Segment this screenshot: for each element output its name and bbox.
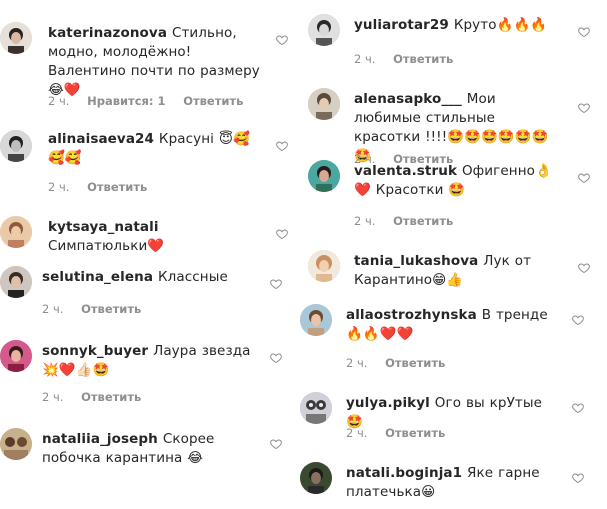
heart-outline-icon[interactable] <box>572 472 584 484</box>
comment-meta: 2 ч. Ответить <box>48 180 161 194</box>
comment-username[interactable]: tania_lukashova <box>354 253 478 269</box>
comment-username[interactable]: nataliia_joseph <box>42 431 158 447</box>
comment-time[interactable]: 2 ч. <box>346 356 367 370</box>
avatar[interactable] <box>300 304 332 336</box>
avatar[interactable] <box>0 266 32 298</box>
avatar[interactable] <box>0 216 32 248</box>
comment-time[interactable]: 2 ч. <box>48 180 69 194</box>
reply-button[interactable]: Ответить <box>393 214 453 228</box>
avatar[interactable] <box>0 130 32 162</box>
heart-outline-icon[interactable] <box>578 102 590 114</box>
reply-button[interactable]: Ответить <box>183 94 243 108</box>
comment-username[interactable]: yuliarotar29 <box>354 17 449 33</box>
comment-time[interactable]: 2 ч. <box>48 94 69 108</box>
comment-likes[interactable]: Нравится: 1 <box>87 94 165 108</box>
comment-text: Классные <box>157 269 228 285</box>
avatar[interactable] <box>308 250 340 282</box>
comment-time[interactable]: 2 ч. <box>42 302 63 316</box>
avatar[interactable] <box>0 340 32 372</box>
heart-outline-icon[interactable] <box>578 26 590 38</box>
heart-outline-icon[interactable] <box>578 172 590 184</box>
reply-button[interactable]: Ответить <box>87 180 147 194</box>
heart-outline-icon[interactable] <box>270 352 282 364</box>
comment-username[interactable]: natali.boginja1 <box>346 465 462 481</box>
comment-time[interactable]: 2 ч. <box>42 390 63 404</box>
comment-meta: 2 ч. Ответить <box>42 390 155 404</box>
comment-body: valenta.struk Офигенно👌❤️ Красотки 🤩 <box>354 162 559 200</box>
avatar[interactable] <box>300 462 332 494</box>
comment-username[interactable]: katerinazonova <box>48 25 167 41</box>
comment-body: nataliia_joseph Скорее побочка карантина… <box>42 430 252 468</box>
comment-username[interactable]: alenasapko___ <box>354 91 462 107</box>
heart-outline-icon[interactable] <box>276 228 288 240</box>
comment-username[interactable]: yulya.pikyl <box>346 395 430 411</box>
comment-meta: 2 ч. Ответить <box>42 302 155 316</box>
reply-button[interactable]: Ответить <box>385 426 445 440</box>
reply-button[interactable]: Ответить <box>393 52 453 66</box>
avatar[interactable] <box>308 88 340 120</box>
comment-username[interactable]: sonnyk_buyer <box>42 343 148 359</box>
comment-body: natali.boginja1 Яке гарне платечька😀 <box>346 464 561 502</box>
reply-button[interactable]: Ответить <box>81 390 141 404</box>
comment-body: yuliarotar29 Круто🔥🔥🔥 <box>354 16 559 35</box>
comment-username[interactable]: kytsaya_natali <box>48 219 159 235</box>
heart-outline-icon[interactable] <box>578 262 590 274</box>
heart-outline-icon[interactable] <box>276 34 288 46</box>
comment-body: katerinazonova Стильно, модно, молодёжно… <box>48 24 260 100</box>
comment-text: Симпатюльки❤️ <box>48 238 165 254</box>
comment-username[interactable]: alinaisaeva24 <box>48 131 154 147</box>
comment-body: sonnyk_buyer Лаура звезда 💥❤️👍🏻🤩 <box>42 342 252 380</box>
comment-meta: 2 ч. Ответить <box>346 356 459 370</box>
avatar[interactable] <box>0 428 32 460</box>
comment-username[interactable]: allaostrozhynska <box>346 307 477 323</box>
comment-time[interactable]: 2 ч. <box>354 214 375 228</box>
comment-body: kytsaya_natali Симпатюльки❤️ <box>48 218 260 256</box>
avatar[interactable] <box>308 14 340 46</box>
comment-meta: 2 ч. Ответить <box>346 426 459 440</box>
reply-button[interactable]: Ответить <box>385 356 445 370</box>
avatar[interactable] <box>308 160 340 192</box>
avatar[interactable] <box>0 22 32 54</box>
comment-body: tania_lukashova Лук от Карантино😁👍 <box>354 252 559 290</box>
comment-username[interactable]: selutina_elena <box>42 269 153 285</box>
heart-outline-icon[interactable] <box>572 314 584 326</box>
comment-username[interactable]: valenta.struk <box>354 163 457 179</box>
comment-time[interactable]: 2 ч. <box>354 52 375 66</box>
comment-body: allaostrozhynska В тренде 🔥🔥❤️❤️ <box>346 306 561 344</box>
comment-text: Круто🔥🔥🔥 <box>453 17 548 33</box>
heart-outline-icon[interactable] <box>270 278 282 290</box>
avatar[interactable] <box>300 392 332 424</box>
comment-body: selutina_elena Классные <box>42 268 262 287</box>
heart-outline-icon[interactable] <box>572 402 584 414</box>
heart-outline-icon[interactable] <box>270 438 282 450</box>
reply-button[interactable]: Ответить <box>81 302 141 316</box>
comment-meta: 2 ч. Ответить <box>354 52 467 66</box>
comment-body: alinaisaeva24 Красуні 😇🥰🥰🥰 <box>48 130 260 168</box>
comment-meta: 2 ч. Нравится: 1 Ответить <box>48 94 257 108</box>
comment-meta: 2 ч. Ответить <box>354 214 467 228</box>
heart-outline-icon[interactable] <box>276 140 288 152</box>
comment-time[interactable]: 2 ч. <box>346 426 367 440</box>
